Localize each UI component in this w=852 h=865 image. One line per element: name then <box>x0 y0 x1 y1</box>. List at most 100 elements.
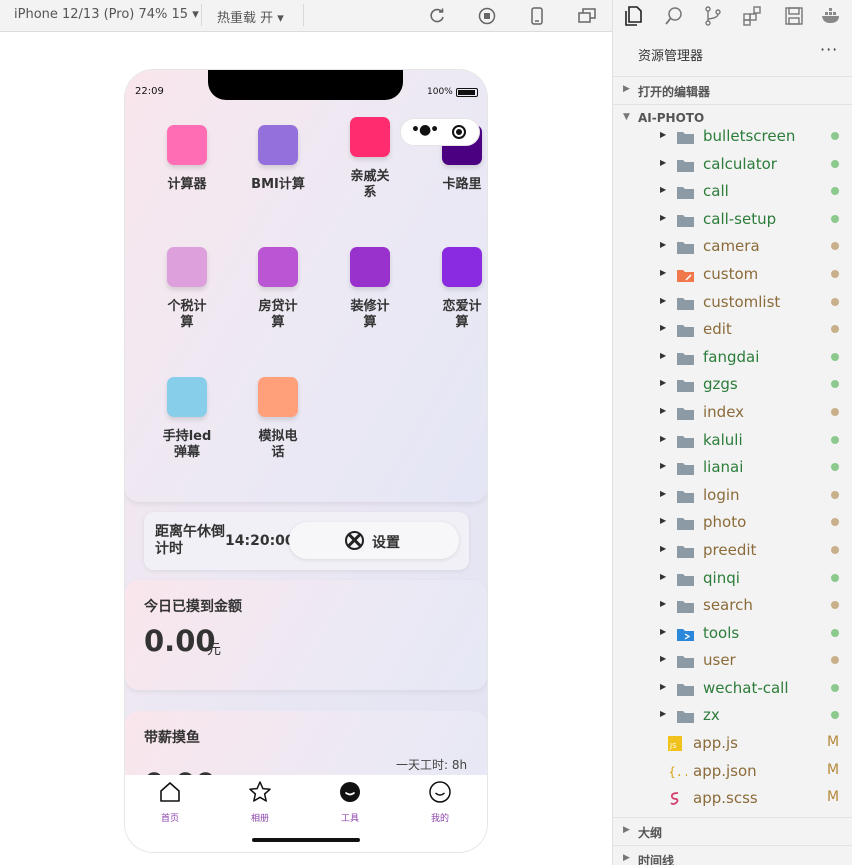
folder-item[interactable]: ▶ customlist <box>613 288 852 316</box>
device-selector[interactable]: iPhone 12/13 (Pro) 74% 15 ▾ <box>14 7 199 22</box>
folder-item[interactable]: ▶ lianai <box>613 453 852 481</box>
file-name: search <box>703 596 753 615</box>
folder-icon <box>677 157 694 172</box>
tool-renovation[interactable]: 装修计算 <box>335 247 405 331</box>
file-name: customlist <box>703 292 781 311</box>
chevron-right-icon: ▶ <box>660 488 667 498</box>
settings-button[interactable]: 设置 <box>289 522 459 559</box>
folder-item[interactable]: ▶ fangdai <box>613 343 852 371</box>
settings-label: 设置 <box>372 535 400 551</box>
section-outline[interactable]: ▶ 大纲 <box>613 817 852 843</box>
tool-relatives[interactable]: 亲戚关系 <box>335 117 405 201</box>
folder-item[interactable]: ▶ edit <box>613 315 852 343</box>
tool-love[interactable]: 恋爱计算 <box>427 247 487 331</box>
tab-label: 相册 <box>250 814 269 824</box>
git-status-dot <box>831 159 839 168</box>
chevron-right-icon: ▶ <box>623 84 630 94</box>
file-item[interactable]: app.scss M <box>613 784 852 812</box>
chevron-right-icon: ▶ <box>660 654 667 664</box>
file-name: user <box>703 651 736 670</box>
file-name: app.json <box>693 761 757 780</box>
tab-home[interactable]: 首页 <box>140 780 200 824</box>
file-name: preedit <box>703 540 757 559</box>
folder-item[interactable]: ▶ call <box>613 177 852 205</box>
tool-fake-call[interactable]: 模拟电话 <box>243 377 313 461</box>
docker-icon[interactable] <box>820 5 842 27</box>
source-control-icon[interactable] <box>702 5 724 27</box>
folder-icon <box>677 515 694 531</box>
chevron-right-icon: ▶ <box>660 267 667 277</box>
folder-item[interactable]: ▶ user <box>613 646 852 674</box>
simulator-toolbar: iPhone 12/13 (Pro) 74% 15 ▾ 热重载 开 ▾ <box>0 0 612 32</box>
folder-item[interactable]: ▶ qinqi <box>613 564 852 592</box>
chevron-right-icon: ▶ <box>660 433 667 443</box>
folder-item[interactable]: ▶ calculator <box>613 150 852 178</box>
detach-window-icon[interactable] <box>577 6 597 26</box>
git-status-dot <box>831 711 839 720</box>
money-value: 0.00 <box>144 624 216 658</box>
section-open-editors[interactable]: ▶ 打开的编辑器 <box>613 76 852 102</box>
chevron-right-icon: ▶ <box>660 295 667 305</box>
folder-icon <box>677 129 694 144</box>
more-actions-icon[interactable]: ··· <box>820 40 838 59</box>
more-dots-icon[interactable]: •●• <box>411 122 439 138</box>
storage-icon[interactable] <box>783 5 805 27</box>
tab-album[interactable]: 相册 <box>230 780 290 824</box>
tool-bmi[interactable]: BMI计算 <box>243 125 313 193</box>
chevron-right-icon: ▶ <box>660 405 667 415</box>
tool-calculator[interactable]: 计算器 <box>152 125 222 193</box>
folder-item[interactable]: ▶ custom <box>613 260 852 288</box>
battery-level: 100% <box>427 87 453 97</box>
git-status-dot <box>831 187 839 196</box>
file-tree: ▶ bulletscreen ▶ calculator ▶ call ▶ call-setup… <box>613 122 852 812</box>
folder-item[interactable]: ▶ wechat-call <box>613 674 852 702</box>
git-status-dot <box>831 601 839 610</box>
extensions-icon[interactable] <box>742 5 764 27</box>
folder-item[interactable]: ▶ login <box>613 481 852 509</box>
folder-item[interactable]: ▶ gzgs <box>613 370 852 398</box>
tab-tools[interactable]: 工具 <box>320 780 380 824</box>
folder-item[interactable]: ▶ tools <box>613 619 852 647</box>
file-name: gzgs <box>703 375 738 394</box>
tools-folder-icon <box>677 626 694 641</box>
close-target-icon[interactable] <box>452 125 466 139</box>
folder-item[interactable]: ▶ zx <box>613 701 852 729</box>
chevron-right-icon: ▶ <box>660 599 667 609</box>
explorer-panel: 资源管理器 ··· ▶ 打开的编辑器 ▼ AI-PHOTO ▶ bulletscr… <box>612 0 852 865</box>
file-name: zx <box>703 706 720 725</box>
folder-item[interactable]: ▶ call-setup <box>613 205 852 233</box>
tool-led-barrage[interactable]: 手持led弹幕 <box>152 377 222 461</box>
stop-icon[interactable] <box>477 6 497 26</box>
refresh-icon[interactable] <box>427 6 447 26</box>
folder-icon <box>677 653 694 669</box>
chevron-right-icon: ▶ <box>660 681 667 691</box>
search-icon[interactable] <box>663 5 685 27</box>
tool-label: 手持led弹幕 <box>162 429 212 460</box>
file-item[interactable]: {..} app.json M <box>613 757 852 785</box>
folder-item[interactable]: ▶ kaluli <box>613 426 852 454</box>
hot-reload-toggle[interactable]: 热重载 开 ▾ <box>217 7 284 26</box>
folder-item[interactable]: ▶ index <box>613 398 852 426</box>
folder-item[interactable]: ▶ photo <box>613 508 852 536</box>
git-status-dot <box>831 628 839 637</box>
phone-preview-icon[interactable] <box>527 6 547 26</box>
file-name: app.js <box>693 734 738 753</box>
tool-mortgage[interactable]: 房贷计算 <box>243 247 313 331</box>
folder-item[interactable]: ▶ search <box>613 591 852 619</box>
tool-label: BMI计算 <box>251 177 305 192</box>
files-icon[interactable] <box>622 5 644 27</box>
tool-tax[interactable]: 个税计算 <box>152 247 222 331</box>
git-status-dot <box>831 490 839 499</box>
folder-item[interactable]: ▶ bulletscreen <box>613 122 852 150</box>
section-timeline[interactable]: ▶ 时间线 <box>613 845 852 865</box>
folder-item[interactable]: ▶ preedit <box>613 536 852 564</box>
git-status-dot <box>831 269 839 278</box>
svg-text:JS: JS <box>669 742 677 750</box>
folder-icon <box>677 377 694 393</box>
file-item[interactable]: JS app.js M <box>613 729 852 757</box>
tab-mine[interactable]: 我的 <box>410 780 470 824</box>
tool-label: 计算器 <box>167 177 207 192</box>
folder-item[interactable]: ▶ camera <box>613 232 852 260</box>
file-name: qinqi <box>703 568 740 587</box>
home-indicator <box>252 838 360 842</box>
